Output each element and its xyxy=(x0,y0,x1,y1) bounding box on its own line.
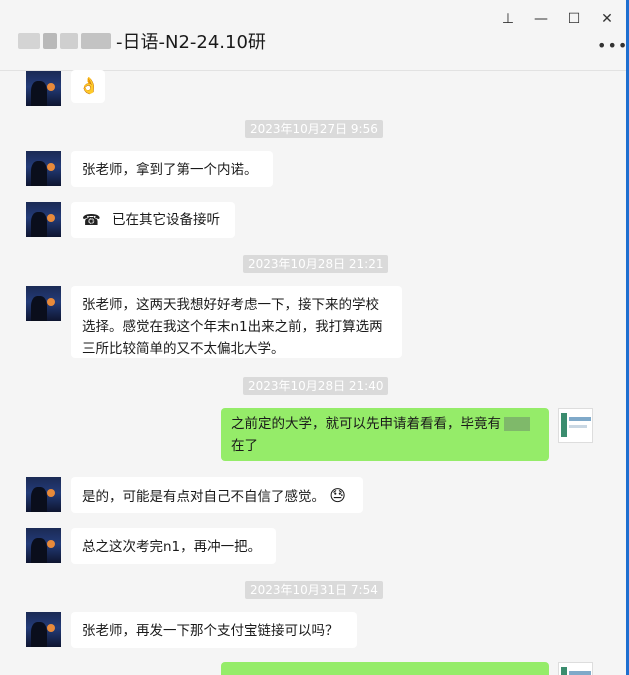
redacted-name xyxy=(60,33,78,49)
contact-avatar[interactable] xyxy=(26,71,61,106)
self-avatar[interactable] xyxy=(558,662,593,675)
message-bubble[interactable]: 是的，可能是有点对自己不自信了感觉。 😓 xyxy=(71,477,363,513)
maximize-button[interactable]: ☐ xyxy=(563,8,585,30)
contact-avatar[interactable] xyxy=(26,202,61,237)
message-bubble[interactable]: 张老师，这两天我想好好考虑一下，接下来的学校 选择。感觉在我这个年末n1出来之前… xyxy=(71,286,402,358)
ok-hand-emoji: 👌 xyxy=(79,76,99,95)
message-bubble[interactable]: 张老师，拿到了第一个内诺。 xyxy=(71,151,273,187)
message-text: 张老师，再发一下那个支付宝链接可以吗？ xyxy=(82,623,339,639)
redacted-name xyxy=(43,33,57,49)
redacted-name xyxy=(81,33,111,49)
timestamp: 2023年10月27日 9:56 xyxy=(245,120,383,138)
self-message-bubble[interactable] xyxy=(221,662,549,675)
self-avatar[interactable] xyxy=(558,408,593,443)
minimize-button[interactable]: — xyxy=(530,8,552,30)
redacted-name xyxy=(18,33,40,49)
message-bubble[interactable]: 👌 xyxy=(71,70,105,103)
message-bubble[interactable]: 总之这次考完n1，再冲一把。 xyxy=(71,528,276,564)
timestamp: 2023年10月31日 7:54 xyxy=(245,581,383,599)
contact-avatar[interactable] xyxy=(26,286,61,321)
contact-avatar[interactable] xyxy=(26,528,61,563)
message-text-line: 选择。感觉在我这个年末n1出来之前，我打算选两 xyxy=(82,319,383,335)
self-message-bubble[interactable]: 之前定的大学，就可以先申请着看看，毕竟有 在了 xyxy=(221,408,549,461)
message-text-line: 在了 xyxy=(231,438,258,454)
contact-avatar[interactable] xyxy=(26,612,61,647)
contact-avatar[interactable] xyxy=(26,151,61,186)
chat-title-text: -日语-N2-24.10研 xyxy=(116,32,266,53)
chat-window: -日语-N2-24.10研 ⊥ — ☐ ✕ ••• 👌 2023年10月27日 … xyxy=(0,0,626,675)
timestamp: 2023年10月28日 21:21 xyxy=(243,255,389,273)
phone-hangup-icon: ☎ xyxy=(82,211,101,229)
message-text: 张老师，拿到了第一个内诺。 xyxy=(82,162,258,178)
message-text-line: 之前定的大学，就可以先申请着看看，毕竟有 xyxy=(231,416,501,432)
message-list[interactable]: 👌 2023年10月27日 9:56 张老师，拿到了第一个内诺。 ☎ 已在其它设… xyxy=(0,70,626,675)
message-text-line: 三所比较简单的又不太偏北大学。 xyxy=(82,341,285,357)
message-text: 总之这次考完n1，再冲一把。 xyxy=(82,539,262,555)
call-record-bubble[interactable]: ☎ 已在其它设备接听 xyxy=(71,202,235,238)
message-text: 是的，可能是有点对自己不自信了感觉。 xyxy=(82,489,325,505)
redacted-text xyxy=(504,417,530,431)
pin-icon[interactable]: ⊥ xyxy=(497,8,519,30)
title-bar: -日语-N2-24.10研 ⊥ — ☐ ✕ ••• xyxy=(0,0,626,71)
chat-title: -日语-N2-24.10研 xyxy=(18,28,266,54)
sweat-emoji: 😓 xyxy=(329,486,346,505)
contact-avatar[interactable] xyxy=(26,477,61,512)
timestamp: 2023年10月28日 21:40 xyxy=(243,377,389,395)
more-options-icon[interactable]: ••• xyxy=(597,36,626,56)
message-bubble[interactable]: 张老师，再发一下那个支付宝链接可以吗？ xyxy=(71,612,357,648)
call-status-text: 已在其它设备接听 xyxy=(112,212,220,228)
close-button[interactable]: ✕ xyxy=(596,8,618,30)
message-text-line: 张老师，这两天我想好好考虑一下，接下来的学校 xyxy=(82,297,379,313)
